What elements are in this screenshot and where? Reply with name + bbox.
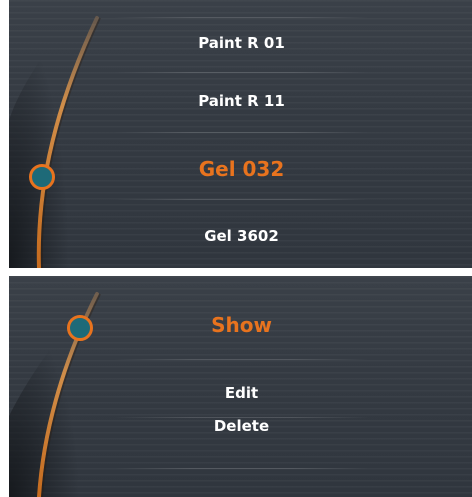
selector-knob-icon[interactable] [29, 164, 55, 190]
menu-item-paint-r-01[interactable]: Paint R 01 [119, 34, 364, 52]
menu-item-paint-r-11[interactable]: Paint R 11 [119, 92, 364, 110]
menu-item-delete[interactable]: Delete [119, 417, 364, 435]
menu-item-gel-3602[interactable]: Gel 3602 [119, 227, 364, 245]
menu-item-show[interactable]: Show [119, 313, 364, 337]
menu-divider [114, 72, 369, 73]
menu-divider [114, 17, 369, 18]
menu-divider [114, 132, 369, 133]
action-selector-panel: Show Edit Delete [9, 276, 472, 497]
selector-knob-icon[interactable] [67, 315, 93, 341]
menu-item-gel-032[interactable]: Gel 032 [119, 157, 364, 181]
menu-item-edit[interactable]: Edit [119, 384, 364, 402]
menu-divider [114, 359, 369, 360]
material-selector-panel: Paint R 01 Paint R 11 Gel 032 Gel 3602 [9, 0, 472, 268]
curved-track-icon [9, 16, 101, 268]
menu-divider [114, 468, 369, 469]
menu-divider [114, 199, 369, 200]
curved-track-icon [9, 292, 101, 497]
